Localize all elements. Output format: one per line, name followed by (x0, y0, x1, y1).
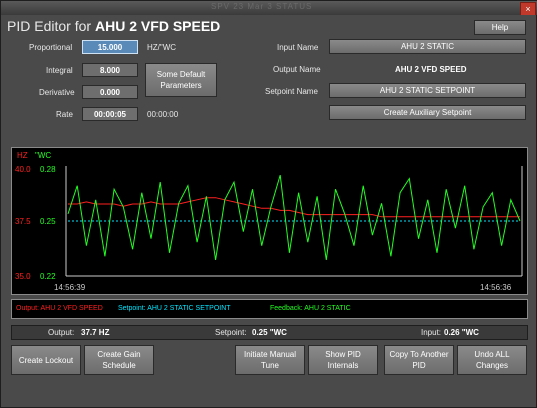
right-tick-bottom: 0.22 (40, 272, 56, 281)
left-tick-bottom: 35.0 (15, 272, 31, 281)
default-parameters-button[interactable]: Some Default Parameters (145, 63, 217, 97)
initiate-manual-tune-button[interactable]: Initiate Manual Tune (235, 345, 305, 375)
series-line-feedback (67, 174, 521, 260)
rate-field[interactable]: 00:00:05 (82, 107, 138, 121)
output-name-value: AHU 2 VFD SPEED (395, 65, 467, 74)
integral-label: Integral (46, 66, 73, 75)
window-title-ghost: SPV 23 Mar 3 STATUS (211, 2, 313, 11)
help-button[interactable]: Help (474, 20, 526, 35)
input-name-button[interactable]: AHU 2 STATIC (329, 39, 526, 54)
derivative-label: Derivative (39, 88, 75, 97)
status-input-label: Input: (421, 328, 442, 337)
proportional-unit: HZ/"WC (147, 43, 177, 52)
proportional-label: Proportional (29, 43, 73, 52)
right-tick-mid: 0.25 (40, 217, 56, 226)
input-name-label: Input Name (277, 43, 319, 52)
pid-editor-window: SPV 23 Mar 3 STATUS × PID Editor for AHU … (0, 0, 537, 408)
show-pid-internals-button[interactable]: Show PID Internals (308, 345, 378, 375)
x-tick-end: 14:56:36 (480, 283, 512, 292)
legend-feedback: Feedback: AHU 2 STATIC (270, 305, 351, 312)
status-setpoint-label: Setpoint: (215, 328, 247, 337)
setpoint-name-button[interactable]: AHU 2 STATIC SETPOINT (329, 83, 526, 98)
create-lockout-button[interactable]: Create Lockout (11, 345, 81, 375)
setpoint-name-label: Setpoint Name (265, 87, 318, 96)
derivative-field[interactable]: 0.000 (82, 85, 138, 99)
rate-label: Rate (56, 110, 73, 119)
right-tick-top: 0.28 (40, 165, 56, 174)
legend-setpoint: Setpoint: AHU 2 STATIC SETPOINT (118, 305, 231, 312)
page-title: PID Editor for AHU 2 VFD SPEED (7, 18, 220, 34)
chart-legend: Output: AHU 2 VFD SPEED Setpoint: AHU 2 … (11, 299, 528, 319)
right-axis-unit: "WC (35, 151, 51, 160)
status-output-label: Output: (48, 328, 75, 337)
x-tick-start: 14:56:39 (54, 283, 86, 292)
close-icon[interactable]: × (520, 2, 536, 15)
title-pid-name: AHU 2 VFD SPEED (95, 18, 221, 34)
left-tick-mid: 37.5 (15, 217, 31, 226)
status-output-value: 37.7 HZ (81, 328, 110, 337)
status-input-value: 0.26 "WC (444, 328, 479, 337)
status-bar: Output: 37.7 HZ Setpoint: 0.25 "WC Input… (11, 325, 528, 340)
trend-chart-svg: HZ "WC 40.0 37.5 35.0 0.28 0.25 0.22 14:… (15, 151, 523, 292)
trend-chart: HZ "WC 40.0 37.5 35.0 0.28 0.25 0.22 14:… (11, 147, 528, 295)
legend-output: Output: AHU 2 VFD SPEED (16, 305, 103, 312)
left-tick-top: 40.0 (15, 165, 31, 174)
undo-all-changes-button[interactable]: Undo ALL Changes (457, 345, 527, 375)
create-gain-schedule-button[interactable]: Create Gain Schedule (84, 345, 154, 375)
integral-field[interactable]: 8.000 (82, 63, 138, 77)
title-prefix: PID Editor for (7, 18, 92, 34)
left-axis-unit: HZ (17, 151, 28, 160)
rate-extra-value: 00:00:00 (147, 110, 179, 119)
proportional-field[interactable]: 15.000 (82, 40, 138, 54)
create-auxiliary-setpoint-button[interactable]: Create Auxiliary Setpoint (329, 105, 526, 120)
series-layer (67, 174, 521, 260)
status-setpoint-value: 0.25 "WC (252, 328, 287, 337)
output-name-label: Output Name (273, 65, 321, 74)
window-title-bar[interactable]: SPV 23 Mar 3 STATUS × (1, 1, 537, 15)
copy-to-another-pid-button[interactable]: Copy To Another PID (384, 345, 454, 375)
